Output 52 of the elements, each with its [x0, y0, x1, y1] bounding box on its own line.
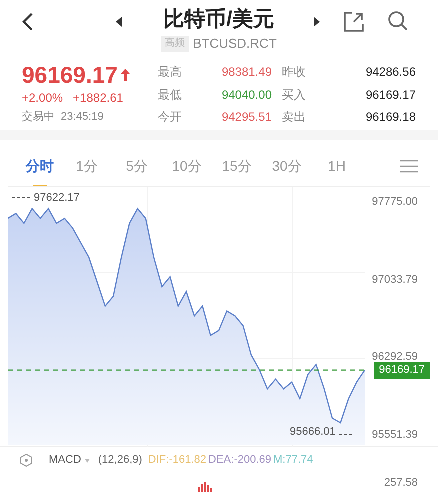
share-icon[interactable] — [344, 12, 364, 32]
search-icon[interactable] — [388, 11, 408, 31]
period-tab[interactable]: 10分 — [162, 146, 212, 186]
period-tab[interactable]: 15分 — [212, 146, 262, 186]
period-tab[interactable]: 1分 — [62, 146, 112, 186]
stat-value: 96169.17 — [364, 86, 416, 104]
axis-label: 96292.59 — [372, 350, 418, 364]
leader-line — [339, 434, 353, 436]
back-icon[interactable] — [22, 12, 34, 32]
stat-value: 94286.56 — [364, 64, 416, 81]
dea-value: DEA:-200.69 — [208, 453, 272, 468]
indicator-params: (12,26,9) — [98, 453, 142, 468]
menu-icon[interactable] — [400, 160, 418, 172]
stat-label: 最低 — [158, 86, 183, 104]
axis-label: 257.58 — [384, 476, 418, 490]
axis-label: 97775.00 — [372, 195, 418, 209]
change-value: +1882.61 — [73, 90, 124, 107]
stat-label: 卖出 — [281, 109, 307, 126]
period-tab[interactable]: 1H — [312, 146, 362, 186]
axis-label: 95551.39 — [372, 428, 418, 442]
leader-line — [12, 197, 30, 199]
current-price-tag: 96169.17 — [374, 362, 430, 379]
page-title: 比特币/美元 — [164, 6, 274, 33]
stat-value: 98381.49 — [220, 64, 272, 81]
caret-icon — [85, 458, 90, 462]
low-price-label: 95666.01 — [290, 425, 336, 439]
period-tab[interactable]: 5分 — [112, 146, 162, 186]
trade-time: 23:45:19 — [61, 110, 104, 125]
macd-value: M:77.74 — [274, 453, 314, 468]
stat-value: 94295.51 — [220, 109, 272, 126]
stat-label: 今开 — [158, 109, 183, 126]
trading-status: 交易中 — [22, 110, 55, 125]
change-percent: +2.00% — [22, 90, 64, 107]
high-price-label: 97622.17 — [34, 191, 80, 205]
macd-bars — [198, 482, 212, 492]
stat-label: 昨收 — [281, 64, 307, 81]
next-icon[interactable] — [314, 17, 320, 27]
last-price: 96169.17 — [22, 62, 118, 88]
stat-label: 买入 — [281, 86, 307, 104]
dif-value: DIF:-161.82 — [148, 453, 207, 468]
previous-icon[interactable] — [116, 17, 122, 27]
stat-value: 96169.18 — [364, 109, 416, 126]
stat-label: 最高 — [158, 64, 183, 81]
period-tab[interactable]: 30分 — [262, 146, 312, 186]
stat-value: 94040.00 — [220, 86, 272, 104]
up-arrow-icon — [120, 69, 130, 81]
settings-icon[interactable] — [20, 454, 33, 467]
selected-indicator — [33, 185, 47, 187]
period-tab[interactable]: 分时 — [18, 146, 62, 186]
symbol-code: BTCUSD.RCT — [193, 36, 277, 52]
indicator-dropdown[interactable]: MACD — [49, 452, 90, 469]
axis-label: 97033.79 — [372, 272, 418, 287]
